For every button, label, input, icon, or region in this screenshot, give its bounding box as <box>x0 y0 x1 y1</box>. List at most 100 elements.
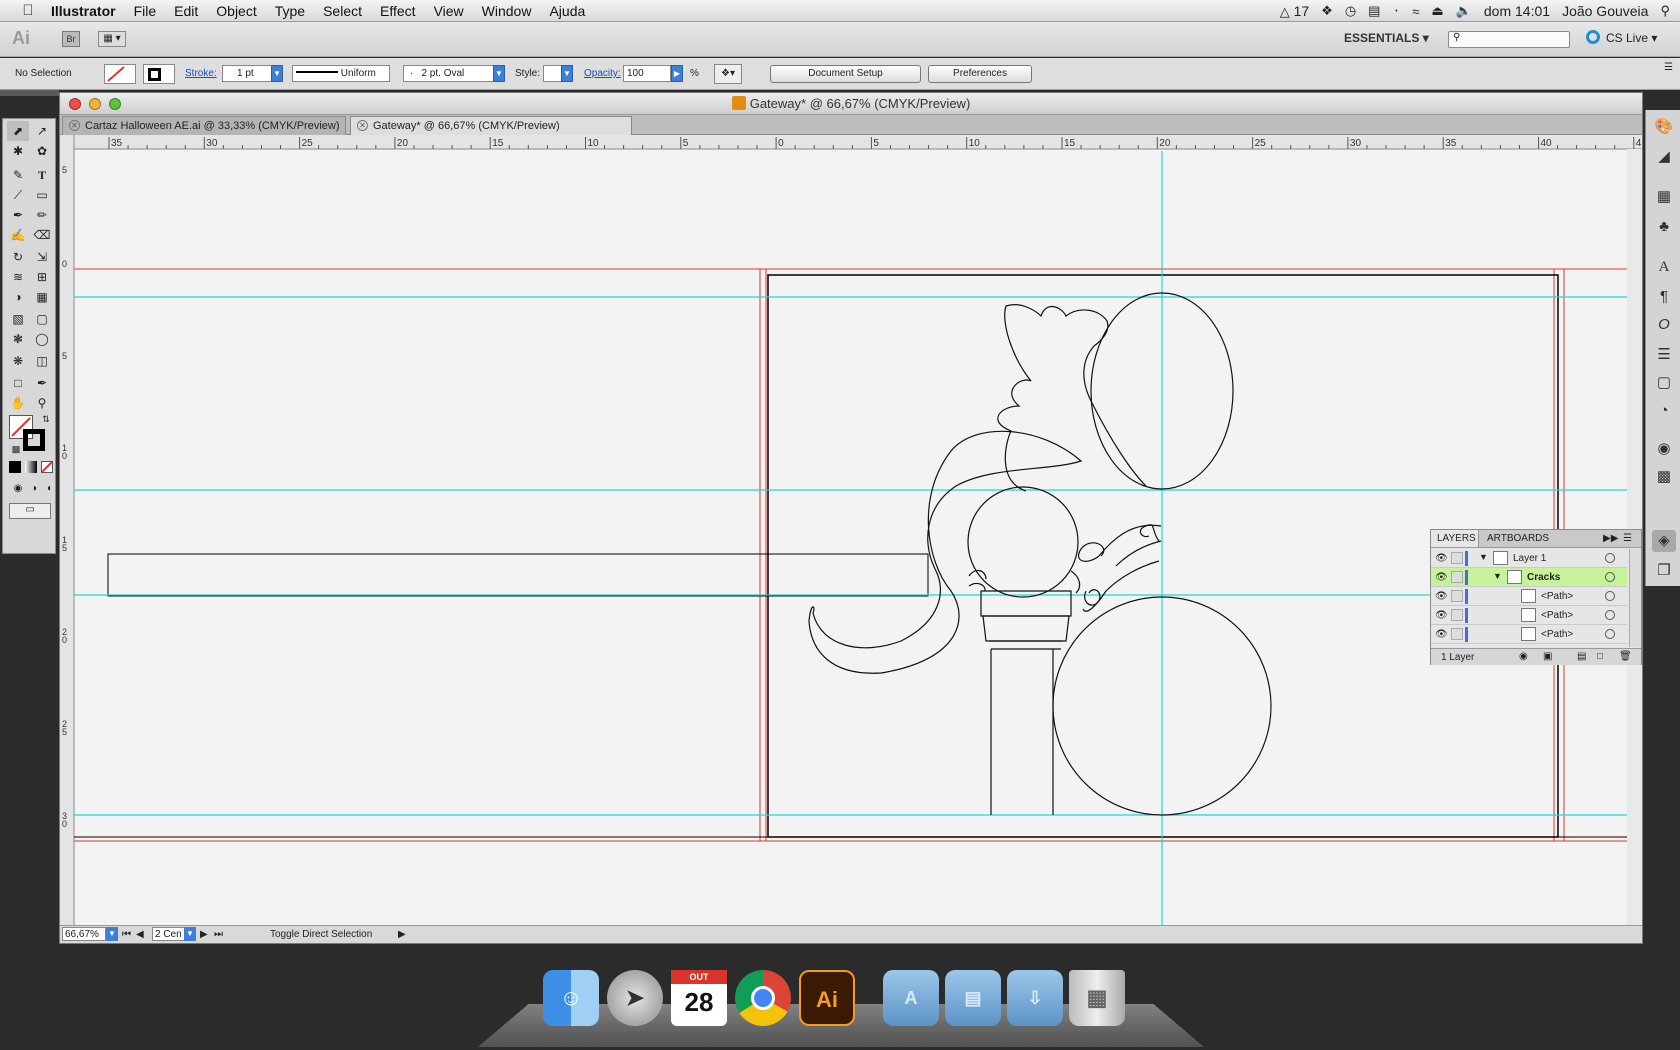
panel-collapse-icon[interactable]: ▶▶ <box>1603 533 1618 544</box>
time-machine-icon[interactable]: ◷ <box>1345 3 1356 19</box>
visibility-eye-icon[interactable]: 👁 <box>1435 553 1448 564</box>
tab-artboards[interactable]: ARTBOARDS <box>1487 533 1549 544</box>
delete-layer-icon[interactable]: 🗑 <box>1619 651 1632 662</box>
lock-toggle[interactable] <box>1451 590 1463 602</box>
target-circle-icon[interactable] <box>1605 553 1615 563</box>
arrange-documents-button[interactable]: ▦ ▾ <box>98 31 126 47</box>
tab-gateway[interactable]: ✕ Gateway* @ 66,67% (CMYK/Preview) <box>350 116 632 135</box>
eyedropper-tool-icon[interactable]: ❃ <box>7 329 29 349</box>
artboard-tool-icon[interactable]: □ <box>7 373 29 393</box>
dropbox-icon[interactable]: ❖ <box>1321 3 1333 19</box>
applications-folder-icon[interactable]: A <box>883 970 939 1026</box>
hand-tool-icon[interactable]: ✋ <box>7 393 29 413</box>
pen-tool-icon[interactable]: ✎ <box>7 165 29 185</box>
lock-toggle[interactable] <box>1451 571 1463 583</box>
minimize-window-button[interactable] <box>89 98 101 110</box>
menu-select[interactable]: Select <box>314 3 371 19</box>
eraser-tool-icon[interactable]: ⌫ <box>31 225 53 245</box>
layers-scrollbar[interactable] <box>1629 549 1641 647</box>
visibility-eye-icon[interactable]: 👁 <box>1435 591 1448 602</box>
appearance-panel-icon[interactable]: ◉ <box>1652 438 1676 460</box>
color-panel-icon[interactable]: 🎨 <box>1652 116 1676 138</box>
type-tool-icon[interactable]: T <box>31 165 53 185</box>
locate-object-icon[interactable]: ◉ <box>1519 651 1528 662</box>
visibility-eye-icon[interactable]: 👁 <box>1435 629 1448 640</box>
column-graph-tool-icon[interactable]: ◫ <box>31 351 53 371</box>
bridge-button[interactable]: Br <box>62 31 80 47</box>
mesh-tool-icon[interactable]: ▧ <box>7 309 29 329</box>
default-fill-stroke-icon[interactable]: ▩ <box>5 439 27 459</box>
close-tab-icon[interactable]: ✕ <box>69 120 80 131</box>
free-transform-tool-icon[interactable]: ⊞ <box>31 267 53 287</box>
calendar-icon[interactable]: OUT 28 <box>671 970 727 1026</box>
graphic-styles-icon[interactable]: ▩ <box>1652 466 1676 488</box>
blob-brush-tool-icon[interactable]: ✍ <box>7 225 29 245</box>
clock[interactable]: dom 14:01 <box>1484 3 1550 19</box>
last-artboard-button[interactable]: ⏭ <box>214 929 223 940</box>
rectangle-tool-icon[interactable]: ▭ <box>31 185 53 205</box>
expand-arrow-icon[interactable]: ▼ <box>1493 571 1502 581</box>
layer-row-selected[interactable]: 👁 ▼ Cracks <box>1431 568 1627 587</box>
menu-file[interactable]: File <box>125 3 166 19</box>
menu-app[interactable]: Illustrator <box>42 3 125 19</box>
character-panel-icon[interactable]: A <box>1652 256 1676 278</box>
stroke-label[interactable]: Stroke: <box>185 68 217 79</box>
rotate-tool-icon[interactable]: ↻ <box>7 247 29 267</box>
perspective-grid-tool-icon[interactable]: ▦ <box>31 287 53 307</box>
tab-layers[interactable]: LAYERS <box>1431 530 1479 547</box>
close-tab-icon[interactable]: ✕ <box>357 120 368 131</box>
artboards-panel-icon[interactable]: ❐ <box>1652 560 1676 582</box>
selection-tool-icon[interactable]: ⬈ <box>7 121 29 141</box>
screen-mode-button[interactable]: ▭ <box>9 503 51 519</box>
vertical-ruler[interactable] <box>60 135 74 925</box>
illustrator-dock-icon[interactable]: Ai <box>799 970 855 1026</box>
new-layer-icon[interactable]: □ <box>1597 651 1603 662</box>
opacity-label[interactable]: Opacity: <box>584 68 621 79</box>
graphic-style-dropdown[interactable]: ▼ <box>561 65 573 82</box>
spotlight-icon[interactable]: ⚲ <box>1660 3 1670 19</box>
color-guide-icon[interactable]: ◢ <box>1652 146 1676 168</box>
lock-toggle[interactable] <box>1451 609 1463 621</box>
menu-object[interactable]: Object <box>207 3 265 19</box>
volume-icon[interactable]: 🔈 <box>1456 3 1472 19</box>
gradient-mode-icon[interactable] <box>25 461 37 473</box>
help-search-input[interactable]: ⚲ <box>1448 31 1570 48</box>
menu-edit[interactable]: Edit <box>165 3 207 19</box>
variable-width-profile[interactable]: Uniform <box>292 65 390 82</box>
target-circle-icon[interactable] <box>1605 572 1615 582</box>
panel-menu-icon[interactable]: ☰ <box>1623 533 1632 544</box>
layer-row[interactable]: 👁 <Path> <box>1431 625 1627 644</box>
line-tool-icon[interactable]: ⟋ <box>7 185 29 205</box>
menu-effect[interactable]: Effect <box>371 3 425 19</box>
lasso-tool-icon[interactable]: ✿ <box>31 141 53 161</box>
layer-row[interactable]: 👁 <Path> <box>1431 587 1627 606</box>
user-name[interactable]: João Gouveia <box>1562 3 1648 19</box>
cs-live-button[interactable]: CS Live ▾ <box>1586 30 1657 45</box>
stroke-panel-icon[interactable]: ☰ <box>1652 344 1676 366</box>
opacity-dropdown[interactable]: ▶ <box>671 65 683 82</box>
layers-panel-icon[interactable]: ◈ <box>1652 530 1676 552</box>
visibility-eye-icon[interactable]: 👁 <box>1435 572 1448 583</box>
zoom-field[interactable]: 66,67% <box>62 927 106 941</box>
paragraph-panel-icon[interactable]: ¶ <box>1652 286 1676 308</box>
visibility-eye-icon[interactable]: 👁 <box>1435 610 1448 621</box>
document-setup-button[interactable]: Document Setup <box>770 65 921 83</box>
menu-help[interactable]: Ajuda <box>540 3 594 19</box>
zoom-window-button[interactable] <box>109 98 121 110</box>
scale-tool-icon[interactable]: ⇲ <box>31 247 53 267</box>
wifi-icon[interactable]: ≈ <box>1412 4 1419 19</box>
make-clipping-mask-icon[interactable]: ▣ <box>1543 651 1552 662</box>
swatches-panel-icon[interactable]: ▦ <box>1652 186 1676 208</box>
swap-fill-stroke-icon[interactable]: ⇅ <box>35 409 57 429</box>
menu-window[interactable]: Window <box>473 3 541 19</box>
downloads-folder-icon[interactable]: ⇩ <box>1007 970 1063 1026</box>
menu-type[interactable]: Type <box>266 3 314 19</box>
target-circle-icon[interactable] <box>1605 629 1615 639</box>
lock-toggle[interactable] <box>1451 628 1463 640</box>
draw-inside-icon[interactable]: ◐ <box>39 479 61 499</box>
apple-menu-icon[interactable]:  <box>14 2 42 19</box>
zoom-dropdown[interactable]: ▼ <box>106 927 118 941</box>
menu-view[interactable]: View <box>425 3 473 19</box>
none-mode-icon[interactable] <box>41 461 53 473</box>
color-mode-icon[interactable] <box>9 461 21 473</box>
